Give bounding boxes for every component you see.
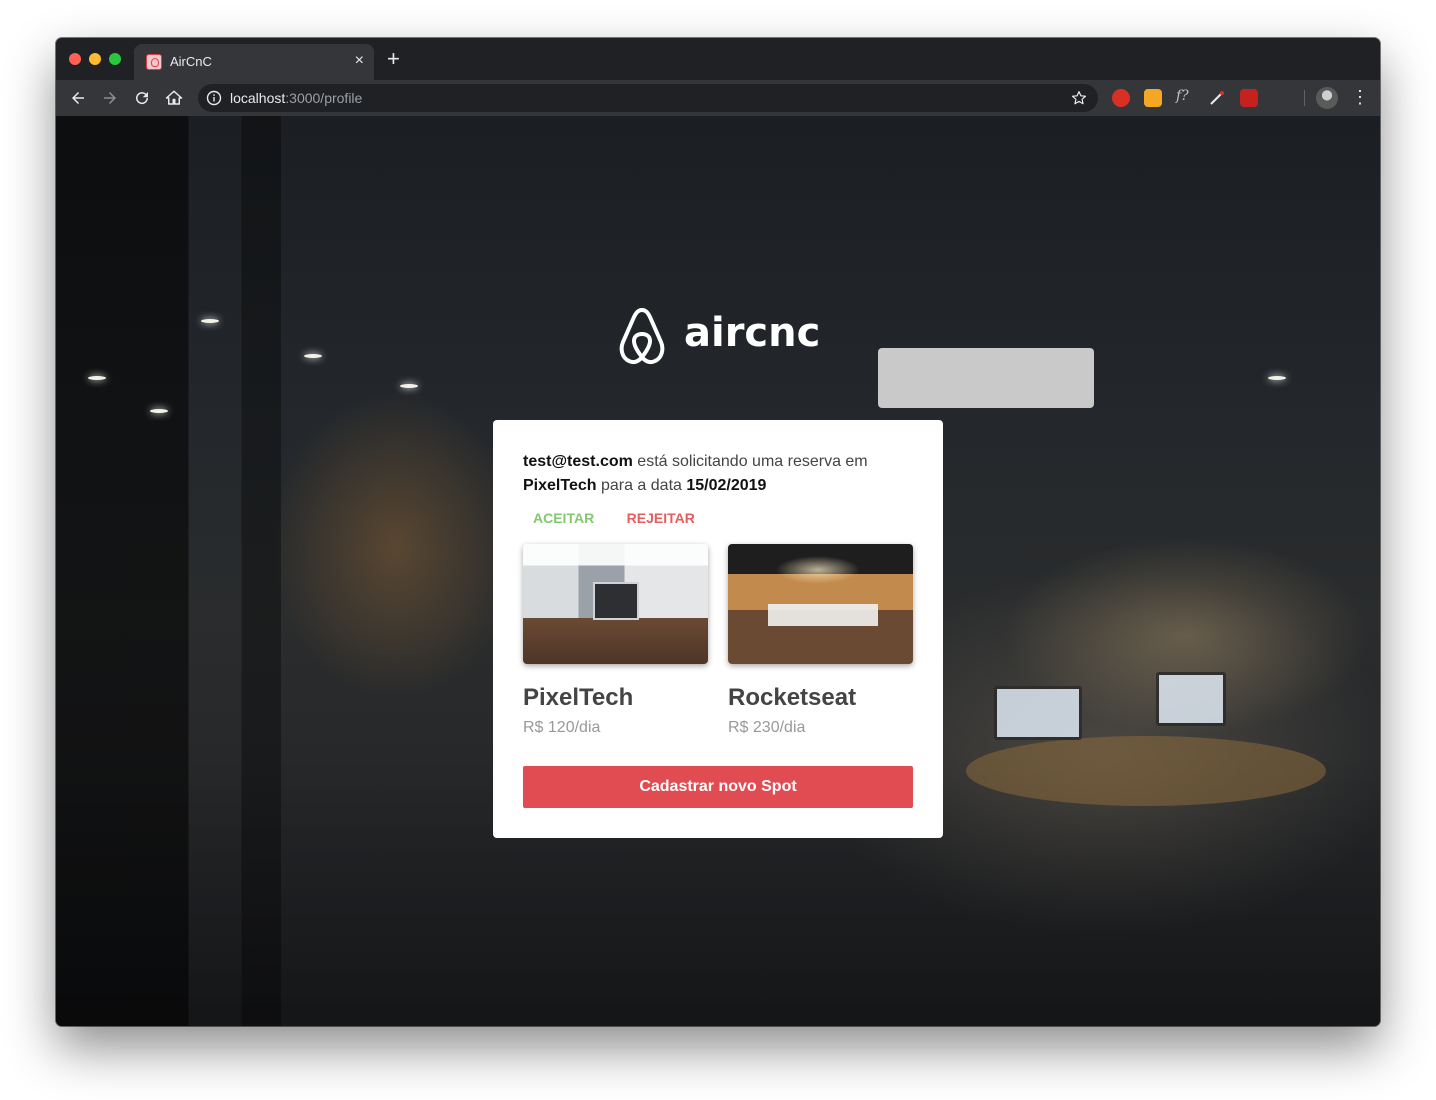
airbnb-belo-icon [619,308,665,365]
home-icon[interactable] [162,86,186,110]
address-bar[interactable]: localhost:3000/profile [198,84,1098,112]
request-email: test@test.com [523,453,633,470]
spot-company: PixelTech [523,684,634,711]
laptop [994,686,1082,740]
extension-google-slides-icon[interactable] [1144,89,1162,107]
profile-card: test@test.com está solicitando uma reser… [493,420,943,838]
tab-title: AirCnC [170,54,212,69]
spot-company: Rocketseat [728,684,857,711]
spot-item: PixelTech R$ 120/dia [523,544,708,738]
toolbar-divider [1304,90,1305,106]
profile-avatar[interactable] [1316,87,1338,109]
logo-text: aircnc [684,310,821,356]
extension-font-icon[interactable]: f? [1176,88,1189,106]
info-icon[interactable] [206,90,222,106]
url-host: localhost [230,90,286,106]
ceiling-light [400,384,418,388]
aircnc-logo: aircnc [618,304,828,370]
extension-color-picker-icon[interactable] [1208,89,1226,107]
url-text: localhost:3000/profile [230,90,362,106]
tab-strip: AirCnC × + [56,38,1380,80]
extension-adblock-icon[interactable] [1112,89,1130,107]
more-menu-icon[interactable]: ⋮ [1351,87,1369,107]
new-spot-button[interactable]: Cadastrar novo Spot [523,766,913,808]
spot-thumbnail [523,544,708,664]
spot-price: R$ 230/dia [728,719,806,736]
reload-icon[interactable] [130,86,154,110]
ceiling-light [304,354,322,358]
forward-icon[interactable] [98,86,122,110]
maximize-window-button[interactable] [109,53,121,65]
ceiling-light [88,376,106,380]
close-window-button[interactable] [69,53,81,65]
new-tab-button[interactable]: + [387,48,400,70]
spot-price: R$ 120/dia [523,719,601,736]
back-icon[interactable] [66,86,90,110]
url-path: :3000/profile [285,90,363,106]
air-conditioner [878,348,1094,408]
request-spot: PixelTech [523,477,597,494]
browser-toolbar: localhost:3000/profile f? ⋮ [56,80,1380,116]
laptop [1156,672,1226,726]
accept-button[interactable]: ACEITAR [523,506,604,530]
spot-thumbnail [728,544,913,664]
tab-aircnc[interactable]: AirCnC × [134,44,374,80]
request-text-date-prefix: para a data [596,477,687,494]
tab-close-button[interactable]: × [355,52,364,70]
meeting-table [966,736,1326,806]
spot-item: Rocketseat R$ 230/dia [728,544,913,738]
booking-actions: ACEITAR REJEITAR [523,506,913,530]
request-date: 15/02/2019 [686,477,767,494]
browser-window: AirCnC × + localhost:3000/profile f? ⋮ a… [56,38,1380,1026]
minimize-window-button[interactable] [89,53,101,65]
page-background: aircnc test@test.com está solicitando um… [56,116,1380,1026]
spot-list: PixelTech R$ 120/dia Rocketseat R$ 230/d… [523,544,913,744]
booking-request: test@test.com está solicitando uma reser… [523,450,913,498]
bookmark-star-icon[interactable] [1070,89,1088,107]
favicon-icon [146,54,162,70]
extension-react-devtools-icon[interactable] [1240,89,1258,107]
ceiling-light [150,409,168,413]
request-text-middle: está solicitando uma reserva em [632,453,868,470]
reject-button[interactable]: REJEITAR [617,506,705,530]
ceiling-light [1268,376,1286,380]
ceiling-light [201,319,219,323]
